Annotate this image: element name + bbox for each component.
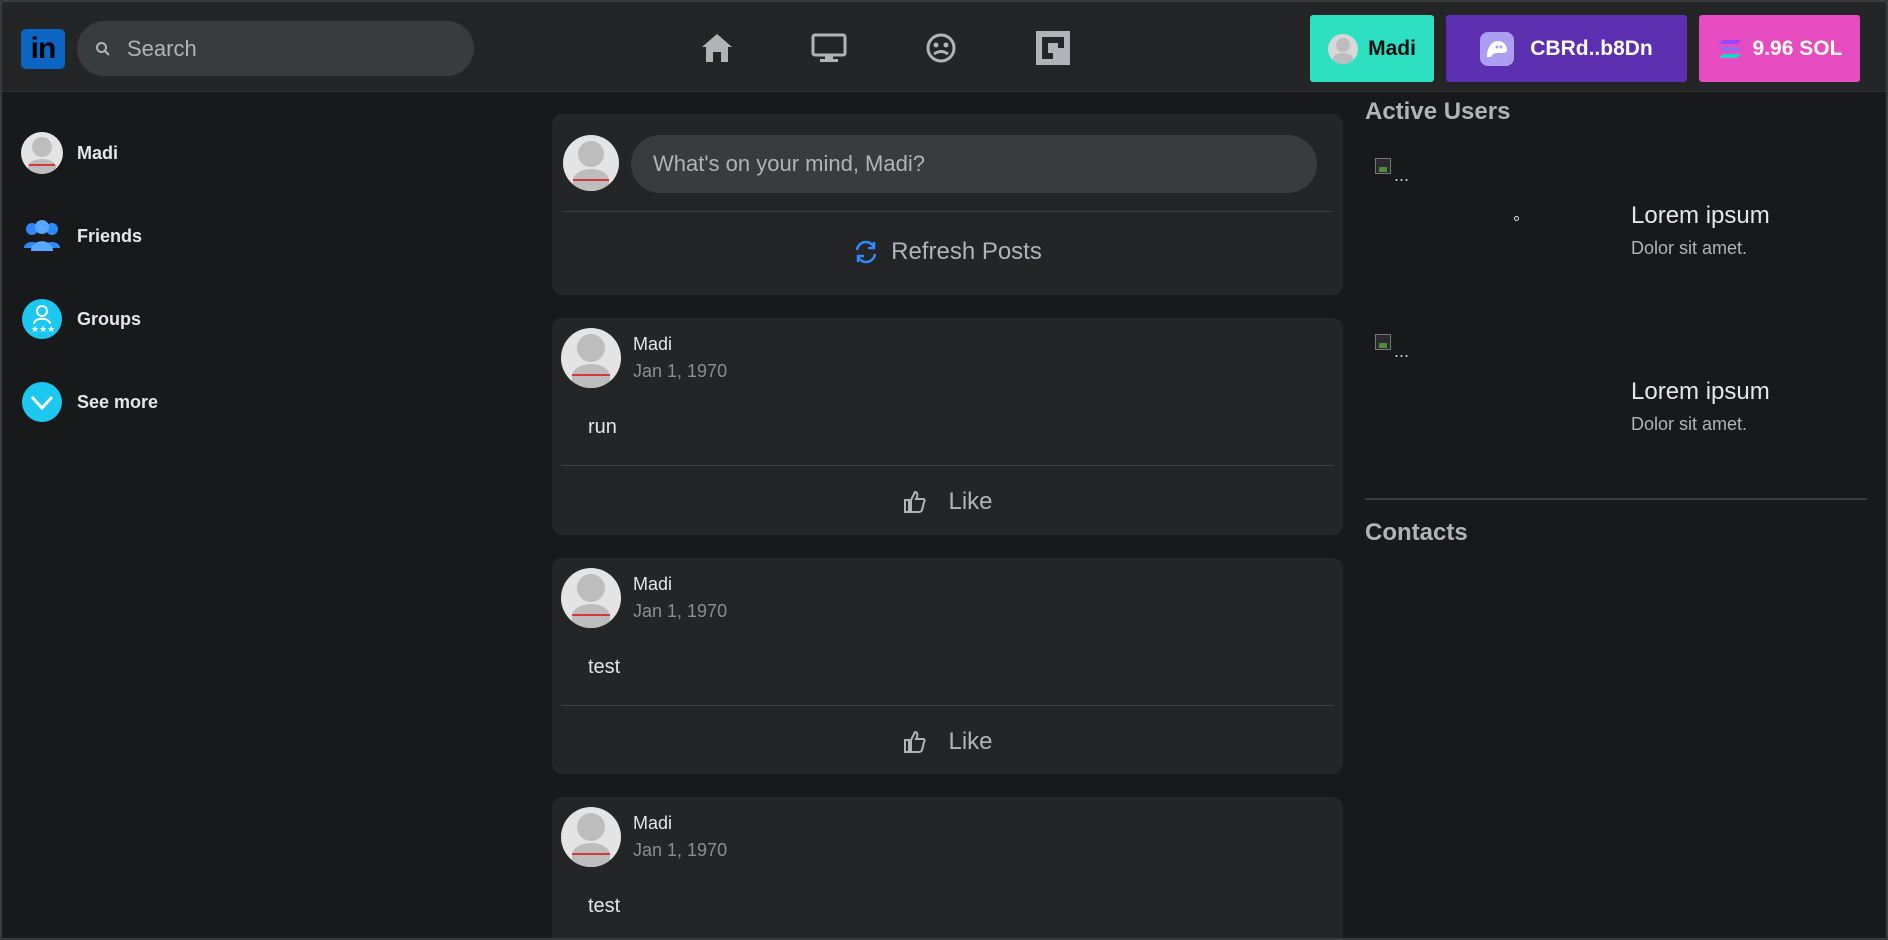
refresh-icon bbox=[855, 240, 877, 264]
divider bbox=[561, 465, 1334, 466]
sidebar-item-label: Friends bbox=[77, 225, 143, 246]
post-author[interactable]: Madi bbox=[633, 813, 672, 834]
linkedin-logo[interactable]: in bbox=[21, 29, 65, 69]
active-user-name: Lorem ipsum bbox=[1631, 202, 1770, 229]
post-date: Jan 1, 1970 bbox=[633, 840, 728, 860]
post-date: Jan 1, 1970 bbox=[633, 361, 728, 381]
post-card: Madi Jan 1, 1970 test Like bbox=[552, 558, 1343, 774]
post-composer: Refresh Posts bbox=[552, 114, 1343, 295]
post-author[interactable]: Madi bbox=[633, 334, 672, 355]
avatar bbox=[561, 568, 621, 628]
like-button[interactable]: Like bbox=[552, 482, 1343, 522]
groups-icon: ★★★ bbox=[21, 298, 63, 340]
online-dot bbox=[1514, 216, 1519, 221]
emoji-icon[interactable] bbox=[921, 28, 961, 68]
friends-icon bbox=[21, 215, 63, 257]
user-profile-button[interactable]: Madi bbox=[1310, 15, 1434, 82]
avatar bbox=[561, 807, 621, 867]
left-sidebar: Madi Friends ★★★ Groups See more bbox=[21, 132, 158, 464]
logo-text: in bbox=[30, 32, 57, 65]
wallet-button[interactable]: CBRd..b8Dn bbox=[1446, 15, 1687, 82]
solana-icon bbox=[1718, 39, 1741, 58]
sidebar-item-profile[interactable]: Madi bbox=[21, 132, 158, 174]
post-card: Madi Jan 1, 1970 test bbox=[552, 797, 1343, 938]
sidebar-item-friends[interactable]: Friends bbox=[21, 215, 158, 257]
avatar bbox=[561, 328, 621, 388]
phantom-ghost-icon bbox=[1480, 31, 1515, 66]
post-card: Madi Jan 1, 1970 run Like bbox=[552, 318, 1343, 535]
post-body: run bbox=[588, 416, 617, 438]
wallet-address: CBRd..b8Dn bbox=[1530, 36, 1653, 60]
refresh-posts-button[interactable]: Refresh Posts bbox=[552, 232, 1343, 272]
divider bbox=[563, 211, 1332, 212]
app-window: in Madi bbox=[0, 0, 1888, 940]
main-nav bbox=[697, 28, 1145, 68]
post-body: test bbox=[588, 656, 621, 678]
top-bar: in Madi bbox=[2, 2, 1886, 92]
search-box[interactable] bbox=[77, 21, 474, 76]
sol-balance: 9.96 SOL bbox=[1752, 36, 1843, 60]
sidebar-item-label: See more bbox=[77, 391, 159, 412]
thumbs-up-icon bbox=[904, 730, 927, 753]
contacts-title: Contacts bbox=[1365, 519, 1468, 546]
broken-image-icon: ... bbox=[1375, 334, 1415, 364]
avatar bbox=[1328, 33, 1359, 64]
active-user-subtitle: Dolor sit amet. bbox=[1631, 414, 1748, 434]
post-date: Jan 1, 1970 bbox=[633, 601, 728, 621]
thumbs-up-icon bbox=[904, 490, 927, 513]
chevron-down-icon bbox=[21, 381, 63, 423]
like-label: Like bbox=[948, 488, 993, 515]
active-user-item[interactable]: ... Lorem ipsum Dolor sit amet. bbox=[1375, 158, 1865, 278]
sol-balance-button[interactable]: 9.96 SOL bbox=[1699, 15, 1860, 82]
sidebar-item-label: Groups bbox=[77, 308, 142, 329]
divider bbox=[561, 705, 1334, 706]
avatar bbox=[21, 132, 63, 174]
search-input[interactable] bbox=[127, 35, 447, 62]
active-user-item[interactable]: ... Lorem ipsum Dolor sit amet. bbox=[1375, 334, 1865, 454]
post-body: test bbox=[588, 895, 621, 917]
active-users-title: Active Users bbox=[1365, 98, 1511, 125]
post-author[interactable]: Madi bbox=[633, 574, 672, 595]
post-input[interactable] bbox=[631, 135, 1317, 193]
svg-text:★★★: ★★★ bbox=[31, 325, 55, 335]
active-user-subtitle: Dolor sit amet. bbox=[1631, 238, 1748, 258]
avatar bbox=[563, 135, 619, 191]
home-icon[interactable] bbox=[697, 28, 737, 68]
divider bbox=[1365, 498, 1867, 500]
search-icon bbox=[91, 37, 115, 61]
broken-image-icon: ... bbox=[1375, 158, 1415, 188]
sidebar-item-groups[interactable]: ★★★ Groups bbox=[21, 298, 158, 340]
square-logo-icon[interactable] bbox=[1033, 28, 1073, 68]
like-label: Like bbox=[948, 728, 993, 755]
refresh-label: Refresh Posts bbox=[891, 238, 1042, 265]
sidebar-item-see-more[interactable]: See more bbox=[21, 381, 158, 423]
monitor-icon[interactable] bbox=[809, 28, 849, 68]
user-pill-label: Madi bbox=[1368, 36, 1416, 60]
like-button[interactable]: Like bbox=[552, 722, 1343, 762]
active-user-name: Lorem ipsum bbox=[1631, 378, 1770, 405]
sidebar-item-label: Madi bbox=[77, 142, 119, 163]
